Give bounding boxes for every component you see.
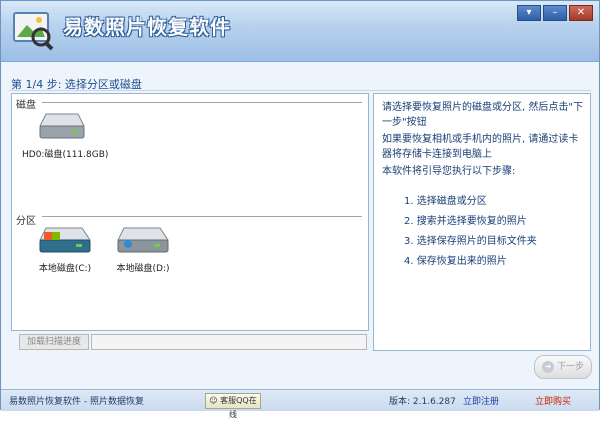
window-controls: ▾ – ✕ (517, 5, 593, 21)
status-app-text: 易数照片恢复软件 - 照片数据恢复 (9, 397, 144, 407)
buy-link[interactable]: 立即购买 (535, 394, 571, 407)
instruction-step: 4. 保存恢复出来的照片 (404, 256, 507, 267)
arrow-right-icon: ➜ (541, 360, 554, 373)
close-button[interactable]: ✕ (569, 5, 593, 21)
divider (9, 90, 591, 91)
disk-selection-panel: 磁盘 HD0:磁盘(111.8GB) 分区 本地磁盘(C:) 本地磁盘(D:) (11, 93, 369, 331)
instruction-text: 请选择要恢复照片的磁盘或分区, 然后点击"下一步"按钮 (382, 102, 583, 128)
local-drive-icon (117, 227, 169, 253)
progress-label: 加载扫描进度 (19, 334, 89, 350)
minimize-button[interactable]: – (543, 5, 567, 21)
title-bar: 易数照片恢复软件 易数照片恢复软件 ▾ – ✕ (1, 1, 599, 62)
next-button[interactable]: ➜ 下一步 (534, 355, 592, 379)
next-button-label: 下一步 (556, 362, 584, 372)
disk-label: HD0:磁盘(111.8GB) (22, 150, 109, 160)
system-drive-icon (39, 227, 91, 253)
version-text: 版本: 2.1.6.287 (389, 397, 456, 407)
partition-item-c[interactable]: 本地磁盘(C:) (30, 222, 100, 274)
partition-label: 本地磁盘(C:) (38, 264, 92, 274)
status-bar: 易数照片恢复软件 - 照片数据恢复 ☺ 客服QQ在线 版本: 2.1.6.287… (1, 389, 599, 419)
qq-support-button[interactable]: ☺ 客服QQ在线 (205, 393, 261, 419)
app-title-reflection: 易数照片恢复软件 (63, 16, 231, 31)
qq-label: 客服QQ在线 (220, 396, 257, 419)
disk-item-hd0[interactable]: HD0:磁盘(111.8GB) (22, 108, 109, 160)
qq-icon: ☺ (209, 396, 218, 405)
hard-disk-icon (39, 113, 85, 139)
partition-item-d[interactable]: 本地磁盘(D:) (108, 222, 178, 274)
app-logo-icon (13, 12, 54, 51)
instruction-text: 本软件将引导您执行以下步骤: (382, 166, 516, 177)
menu-button[interactable]: ▾ (517, 5, 541, 21)
app-window: 易数照片恢复软件 易数照片恢复软件 ▾ – ✕ 第 1/4 步: 选择分区或磁盘… (0, 0, 600, 419)
divider (42, 216, 362, 217)
instruction-step: 3. 选择保存照片的目标文件夹 (404, 236, 537, 247)
scan-progress-bar (91, 334, 367, 350)
instructions-panel: 请选择要恢复照片的磁盘或分区, 然后点击"下一步"按钮 如果要恢复相机或手机内的… (373, 93, 591, 351)
instruction-text: 如果要恢复相机或手机内的照片, 请通过读卡器将存储卡连接到电脑上 (382, 134, 579, 160)
divider (42, 102, 362, 103)
instruction-step: 2. 搜索并选择要恢复的照片 (404, 216, 527, 227)
register-link[interactable]: 立即注册 (463, 394, 499, 407)
partition-label: 本地磁盘(D:) (116, 264, 170, 274)
instruction-step: 1. 选择磁盘或分区 (404, 196, 487, 207)
